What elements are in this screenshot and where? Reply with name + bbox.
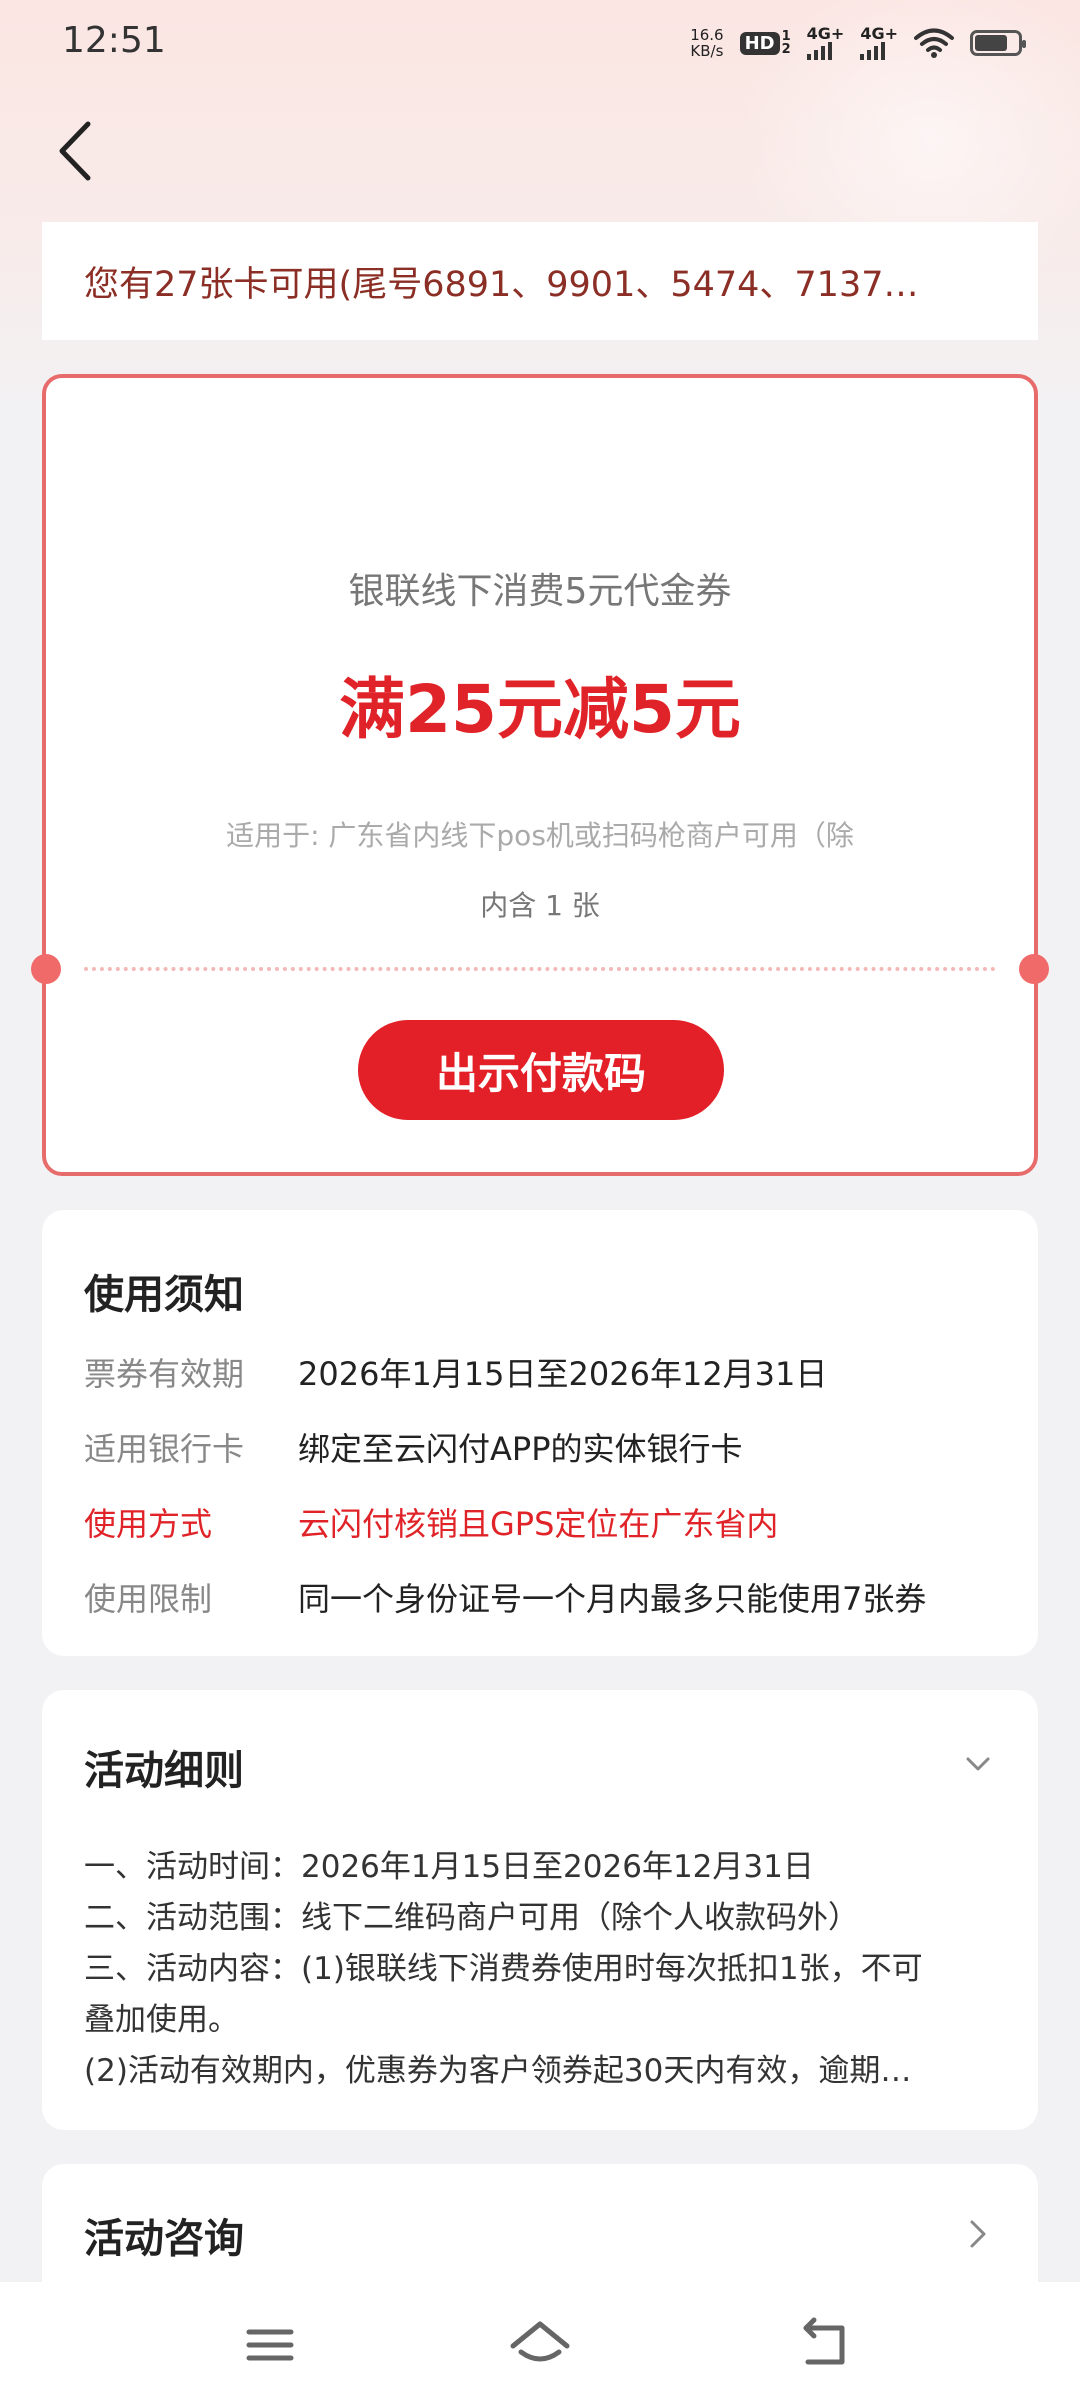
available-cards-notice[interactable]: 您有27张卡可用(尾号6891、9901、5474、7137… xyxy=(42,222,1038,340)
usage-row-method: 使用方式 云闪付核销且GPS定位在广东省内 xyxy=(84,1505,779,1543)
rules-line: (2)活动有效期内，优惠券为客户领券起30天内有效，逾期… xyxy=(84,2053,912,2089)
activity-rules-heading: 活动细则 xyxy=(84,1748,244,1794)
battery-icon xyxy=(970,30,1026,56)
usage-row-limit: 使用限制 同一个身份证号一个月内最多只能使用7张券 xyxy=(84,1580,927,1618)
sim2-signal-icon: 4G+ xyxy=(860,26,898,60)
coupon-scope: 适用于: 广东省内线下pos机或扫码枪商户可用（除 xyxy=(226,819,854,852)
usage-notes-heading: 使用须知 xyxy=(84,1272,244,1318)
available-cards-text: 您有27张卡可用(尾号6891、9901、5474、7137… xyxy=(84,264,919,305)
status-time: 12:51 xyxy=(62,20,166,61)
activity-consult-heading: 活动咨询 xyxy=(84,2216,244,2262)
ticket-divider xyxy=(84,967,996,971)
menu-icon[interactable] xyxy=(235,2310,305,2380)
chevron-right-icon[interactable] xyxy=(960,2214,996,2254)
system-navigation-bar xyxy=(0,2282,1080,2408)
rules-line: 二、活动范围：线下二维码商户可用（除个人收款码外） xyxy=(84,1900,859,1936)
rules-line: 一、活动时间：2026年1月15日至2026年12月31日 xyxy=(84,1849,814,1885)
usage-row-validity: 票券有效期 2026年1月15日至2026年12月31日 xyxy=(84,1355,828,1393)
usage-row-bank-card: 适用银行卡 绑定至云闪付APP的实体银行卡 xyxy=(84,1430,743,1468)
coupon-title: 银联线下消费5元代金券 xyxy=(348,571,732,612)
usage-notes-panel: 使用须知 票券有效期 2026年1月15日至2026年12月31日 适用银行卡 … xyxy=(42,1210,1038,1656)
ticket-notch-left xyxy=(31,954,61,984)
rules-line: 三、活动内容：(1)银联线下消费券使用时每次抵扣1张，不可 xyxy=(84,1951,923,1987)
coupon-amount: 满25元减5元 xyxy=(339,671,741,748)
coupon-card: 银联线下消费5元代金券 满25元减5元 适用于: 广东省内线下pos机或扫码枪商… xyxy=(31,374,1049,1176)
wifi-icon xyxy=(914,28,954,58)
network-speed: 16.6 KB/s xyxy=(690,26,724,60)
back-nav-icon[interactable] xyxy=(790,2310,860,2380)
activity-rules-text: 一、活动时间：2026年1月15日至2026年12月31日 二、活动范围：线下二… xyxy=(84,1842,996,2097)
show-payment-code-button[interactable]: 出示付款码 xyxy=(358,1020,724,1120)
back-arrow-icon[interactable] xyxy=(52,118,102,184)
ticket-notch-right xyxy=(1019,954,1049,984)
status-bar: 12:51 16.6 KB/s HD 1 2 4G+ 4G+ xyxy=(0,0,1080,84)
activity-rules-panel[interactable]: 活动细则 一、活动时间：2026年1月15日至2026年12月31日 二、活动范… xyxy=(42,1690,1038,2130)
coupon-quantity: 内含 1 张 xyxy=(480,889,600,922)
hd-volte-icon: HD 1 2 xyxy=(739,30,791,56)
rules-line: 叠加使用。 xyxy=(84,2002,239,2038)
status-icons: 16.6 KB/s HD 1 2 4G+ 4G+ xyxy=(690,22,1026,64)
chevron-down-icon[interactable] xyxy=(960,1746,996,1782)
home-icon[interactable] xyxy=(505,2310,575,2380)
sim1-signal-icon: 4G+ xyxy=(806,26,844,60)
